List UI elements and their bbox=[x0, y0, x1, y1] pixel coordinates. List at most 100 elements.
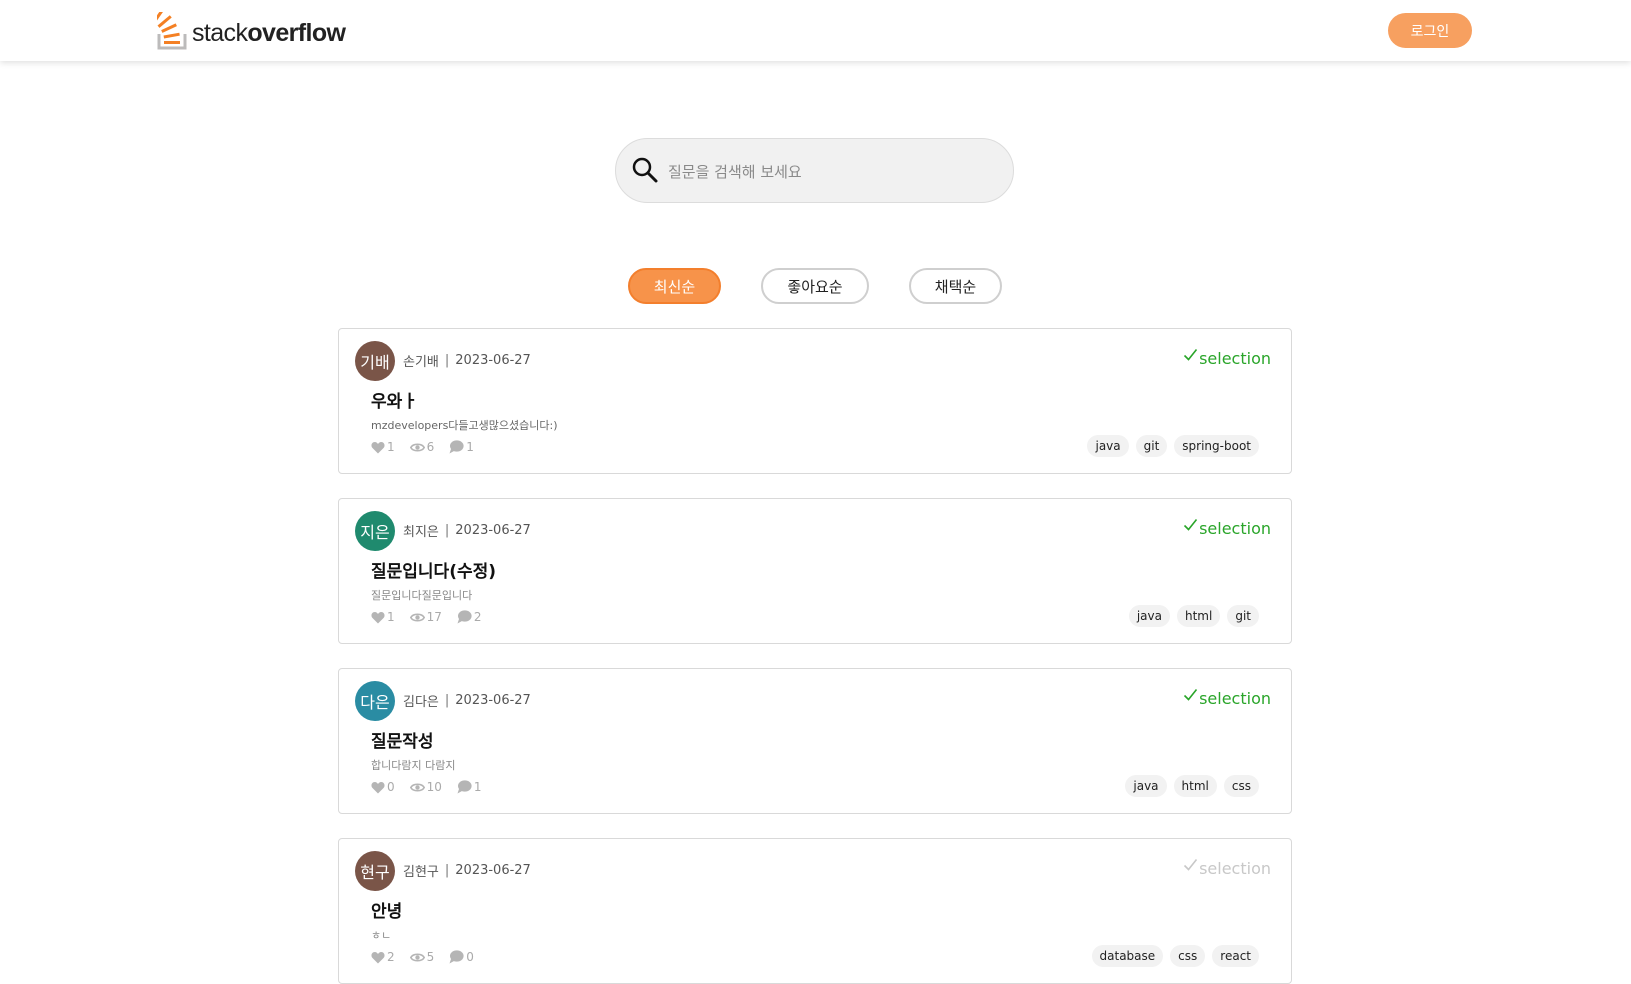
selection-status: selection bbox=[1183, 349, 1271, 368]
selection-label: selection bbox=[1199, 519, 1271, 538]
author-name[interactable]: 김다은 bbox=[403, 691, 439, 710]
avatar-text: 다은 bbox=[360, 693, 390, 712]
tag-chip[interactable]: git bbox=[1227, 605, 1259, 627]
question-card[interactable]: 현구 김현구 | 2023-06-27 selection 안녕 ㅎㄴ 2 5 0 database… bbox=[338, 838, 1292, 984]
tag-list: database css react bbox=[1085, 945, 1259, 967]
heart-icon bbox=[371, 781, 385, 793]
views-count: 10 bbox=[426, 780, 442, 794]
selection-label: selection bbox=[1199, 689, 1271, 708]
sort-tab-accepted[interactable]: 채택순 bbox=[909, 268, 1002, 304]
eye-icon bbox=[409, 782, 425, 792]
avatar: 현구 bbox=[355, 851, 395, 891]
question-excerpt: 합니다람지 다람지 bbox=[371, 759, 456, 772]
sort-tab-likes[interactable]: 좋아요순 bbox=[761, 268, 869, 304]
views-stat: 10 bbox=[409, 780, 442, 794]
tag-chip[interactable]: git bbox=[1135, 435, 1168, 457]
question-meta: 최지은 | 2023-06-27 bbox=[403, 521, 531, 540]
question-title[interactable]: 질문작성 bbox=[371, 727, 434, 752]
views-stat: 5 bbox=[409, 950, 434, 964]
likes-count: 0 bbox=[387, 780, 395, 794]
likes-stat: 1 bbox=[371, 440, 395, 454]
meta-separator: | bbox=[444, 353, 450, 368]
question-excerpt: 질문입니다질문입니다 bbox=[371, 589, 473, 602]
question-meta: 손기배 | 2023-06-27 bbox=[403, 351, 531, 370]
tag-list: java html git bbox=[1122, 605, 1259, 627]
comment-icon bbox=[457, 610, 472, 624]
avatar: 다은 bbox=[355, 681, 395, 721]
question-date: 2023-06-27 bbox=[455, 693, 531, 708]
avatar: 지은 bbox=[355, 511, 395, 551]
tag-chip[interactable]: html bbox=[1177, 605, 1221, 627]
question-excerpt: mzdevelopers다들고생많으셨습니다:) bbox=[371, 419, 558, 432]
tag-chip[interactable]: spring-boot bbox=[1174, 435, 1259, 457]
check-icon bbox=[1184, 689, 1198, 701]
comment-icon bbox=[457, 780, 472, 794]
logo-text-bold: overflow bbox=[247, 18, 346, 47]
likes-count: 2 bbox=[387, 950, 395, 964]
comment-icon bbox=[449, 440, 464, 454]
views-stat: 17 bbox=[409, 610, 442, 624]
selection-label: selection bbox=[1199, 349, 1271, 368]
comments-count: 2 bbox=[473, 610, 482, 624]
tag-list: java html css bbox=[1118, 775, 1259, 797]
views-stat: 6 bbox=[409, 440, 435, 454]
likes-stat: 0 bbox=[371, 780, 395, 794]
question-date: 2023-06-27 bbox=[455, 523, 531, 538]
selection-status: selection bbox=[1183, 859, 1271, 878]
question-title[interactable]: 질문입니다(수정) bbox=[371, 557, 496, 582]
search-input[interactable] bbox=[666, 153, 1000, 191]
question-card[interactable]: 기배 손기배 | 2023-06-27 selection 우와ㅏ mzdevelopers… bbox=[338, 328, 1292, 474]
sort-tab-latest[interactable]: 최신순 bbox=[628, 268, 721, 304]
selection-status: selection bbox=[1183, 689, 1271, 708]
tag-chip[interactable]: html bbox=[1173, 775, 1217, 797]
tag-chip[interactable]: database bbox=[1091, 945, 1164, 967]
likes-stat: 1 bbox=[371, 610, 395, 624]
question-excerpt: ㅎㄴ bbox=[371, 929, 392, 942]
comments-stat: 1 bbox=[449, 440, 474, 454]
selection-label: selection bbox=[1199, 859, 1271, 878]
avatar-text: 기배 bbox=[360, 353, 390, 372]
meta-separator: | bbox=[444, 693, 450, 708]
question-card[interactable]: 지은 최지은 | 2023-06-27 selection 질문입니다(수정) 질문입니다질… bbox=[338, 498, 1292, 644]
tag-chip[interactable]: java bbox=[1125, 775, 1167, 797]
tag-chip[interactable]: css bbox=[1223, 775, 1259, 797]
eye-icon bbox=[409, 442, 425, 452]
question-card[interactable]: 다은 김다은 | 2023-06-27 selection 질문작성합니다람지 다람지 0 1… bbox=[338, 668, 1292, 814]
stackoverflow-logo-icon bbox=[157, 12, 187, 50]
meta-separator: | bbox=[444, 523, 450, 538]
meta-separator: | bbox=[444, 863, 450, 878]
author-name[interactable]: 최지은 bbox=[403, 521, 439, 540]
heart-icon bbox=[371, 441, 385, 453]
login-button[interactable]: 로그인 bbox=[1388, 13, 1472, 48]
comments-count: 1 bbox=[466, 440, 474, 454]
check-icon bbox=[1184, 349, 1198, 361]
comments-stat: 1 bbox=[457, 780, 482, 794]
comments-count: 1 bbox=[473, 780, 482, 794]
comments-count: 0 bbox=[466, 950, 474, 964]
tag-chip[interactable]: java bbox=[1128, 605, 1170, 627]
search-bar[interactable] bbox=[615, 138, 1014, 203]
selection-status: selection bbox=[1183, 519, 1271, 538]
header: stackoverflow 로그인 bbox=[0, 0, 1631, 61]
tag-chip[interactable]: css bbox=[1170, 945, 1206, 967]
logo-text-light: stack bbox=[192, 18, 248, 47]
stackoverflow-logo[interactable]: stackoverflow bbox=[157, 12, 346, 50]
search-icon bbox=[632, 157, 658, 183]
tag-chip[interactable]: java bbox=[1087, 435, 1129, 457]
question-date: 2023-06-27 bbox=[455, 353, 531, 368]
tag-chip[interactable]: react bbox=[1212, 945, 1259, 967]
eye-icon bbox=[409, 612, 425, 622]
author-name[interactable]: 손기배 bbox=[403, 351, 439, 370]
avatar: 기배 bbox=[355, 341, 395, 381]
question-stats: 1 17 2 bbox=[371, 610, 497, 624]
comments-stat: 2 bbox=[457, 610, 482, 624]
views-count: 6 bbox=[426, 440, 435, 454]
question-title[interactable]: 안녕 bbox=[371, 897, 402, 922]
avatar-text: 현구 bbox=[360, 863, 390, 882]
views-count: 17 bbox=[426, 610, 442, 624]
likes-count: 1 bbox=[387, 440, 395, 454]
logo-text: stackoverflow bbox=[192, 18, 346, 48]
author-name[interactable]: 김현구 bbox=[403, 861, 439, 880]
tag-list: java git spring-boot bbox=[1080, 435, 1259, 457]
question-title[interactable]: 우와ㅏ bbox=[371, 387, 418, 412]
